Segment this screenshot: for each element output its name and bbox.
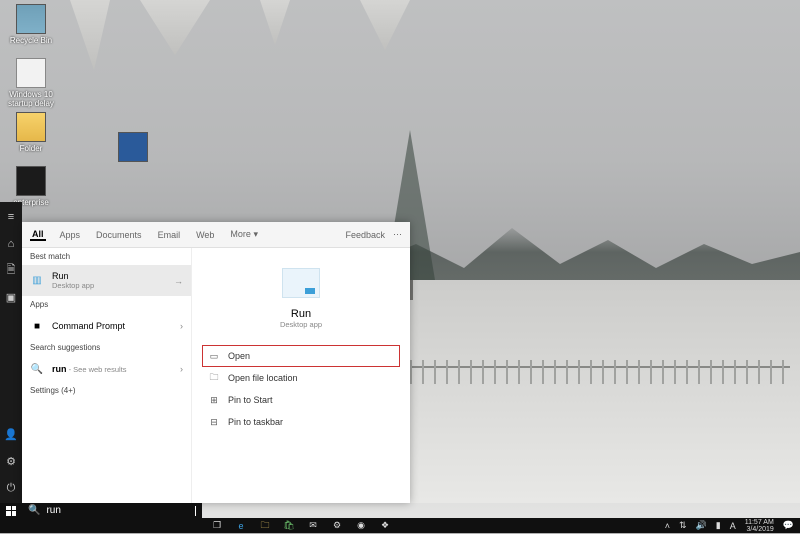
volume-icon[interactable]: 🔊 [696, 520, 707, 531]
chevron-down-icon: ▾ [253, 229, 258, 239]
app-icon[interactable]: ❖ [378, 519, 392, 533]
pin-icon: ⊞ [208, 394, 220, 406]
tab-web[interactable]: Web [194, 230, 216, 240]
search-icon: 🔍 [28, 505, 40, 516]
documents-icon[interactable]: 🗎 [5, 264, 18, 277]
search-panel: All Apps Documents Email Web More ▾ Feed… [22, 222, 410, 503]
section-apps: Apps [22, 296, 191, 313]
section-suggestions: Search suggestions [22, 339, 191, 356]
account-icon[interactable]: 👤 [5, 428, 18, 441]
folder-icon: 🗀 [208, 372, 220, 384]
battery-icon[interactable]: ▮ [716, 520, 721, 531]
cmd-icon: ■ [30, 319, 44, 333]
pin-icon: ⊟ [208, 416, 220, 428]
more-options-icon[interactable]: ⋯ [393, 229, 402, 240]
action-open[interactable]: ▭Open [202, 345, 400, 367]
result-web-search[interactable]: 🔍 run - See web results › [22, 356, 191, 382]
desktop-icon-recycle-bin[interactable]: Recycle Bin [6, 4, 56, 45]
action-pin-to-start[interactable]: ⊞Pin to Start [202, 389, 400, 411]
search-icon: 🔍 [30, 362, 44, 376]
taskbar-search[interactable]: 🔍 [22, 503, 202, 518]
run-app-icon [282, 268, 320, 298]
result-title: Command Prompt [52, 321, 125, 331]
feedback-link[interactable]: Feedback [345, 230, 385, 240]
open-icon: ▭ [208, 350, 220, 362]
chevron-right-icon: → [174, 276, 183, 286]
store-icon[interactable]: 🛍 [282, 519, 296, 533]
action-open-file-location[interactable]: 🗀Open file location [202, 367, 400, 389]
tab-more[interactable]: More ▾ [228, 229, 260, 240]
clock[interactable]: 11:57 AM 3/4/2019 [745, 519, 774, 533]
detail-subtitle: Desktop app [202, 320, 400, 329]
desktop-icon-enterprise[interactable]: enterprise [6, 166, 56, 207]
file-explorer-icon[interactable]: 🗀 [258, 519, 272, 533]
ime-icon[interactable]: A [730, 521, 736, 531]
detail-pane: Run Desktop app ▭Open 🗀Open file locatio… [192, 248, 410, 503]
detail-title: Run [202, 308, 400, 320]
tab-apps[interactable]: Apps [58, 230, 83, 240]
section-best-match: Best match [22, 248, 191, 265]
power-icon[interactable]: ⏻ [5, 482, 18, 495]
pictures-icon[interactable]: ▣ [5, 291, 18, 304]
desktop-icon-shortcut[interactable]: Windows 10 startup delay [6, 58, 56, 108]
search-tabs: All Apps Documents Email Web More ▾ Feed… [22, 222, 410, 248]
desktop-icon-app[interactable] [108, 132, 158, 164]
mail-icon[interactable]: ✉ [306, 519, 320, 533]
taskbar: ❐ e 🗀 🛍 ✉ ⚙ ◉ ❖ ˄ ⇅ 🔊 ▮ A 11:57 AM 3/4/2… [0, 518, 800, 533]
result-subtitle: Desktop app [52, 281, 94, 290]
tab-email[interactable]: Email [156, 230, 183, 240]
chevron-right-icon: › [180, 364, 183, 374]
home-icon[interactable]: ⌂ [5, 237, 18, 250]
section-settings[interactable]: Settings (4+) [22, 382, 191, 399]
desktop-icon-folder[interactable]: Folder [6, 112, 56, 153]
action-pin-to-taskbar[interactable]: ⊟Pin to taskbar [202, 411, 400, 433]
run-icon: ▥ [30, 274, 44, 288]
network-icon[interactable]: ⇅ [679, 520, 687, 531]
settings-icon[interactable]: ⚙ [330, 519, 344, 533]
search-input[interactable] [46, 505, 189, 516]
edge-icon[interactable]: e [234, 519, 248, 533]
menu-icon[interactable]: ≡ [5, 210, 18, 223]
result-title: Run [52, 271, 94, 281]
result-run[interactable]: ▥ Run Desktop app → [22, 265, 191, 296]
chrome-icon[interactable]: ◉ [354, 519, 368, 533]
task-view-icon[interactable]: ❐ [210, 519, 224, 533]
settings-icon[interactable]: ⚙ [5, 455, 18, 468]
tray-expand-icon[interactable]: ˄ [665, 521, 670, 531]
results-list: Best match ▥ Run Desktop app → Apps ■ Co… [22, 248, 192, 503]
tab-documents[interactable]: Documents [94, 230, 144, 240]
tab-all[interactable]: All [30, 229, 46, 241]
result-command-prompt[interactable]: ■ Command Prompt › [22, 313, 191, 339]
windows-logo-icon [6, 506, 16, 516]
chevron-right-icon: › [180, 321, 183, 331]
action-center-icon[interactable]: 💬 [783, 520, 794, 531]
start-button[interactable] [0, 503, 22, 518]
start-rail: ≡ ⌂ 🗎 ▣ 👤 ⚙ ⏻ [0, 202, 22, 503]
